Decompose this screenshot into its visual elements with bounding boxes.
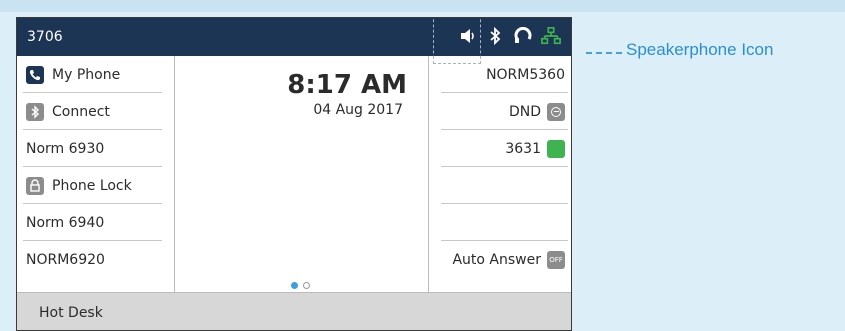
softkey-label: NORM6920 (26, 251, 105, 268)
extension-label: 3706 (27, 29, 63, 45)
phone-screen: 3706 My Phone Connect Norm 6930 Phone Lo… (16, 17, 572, 331)
network-icon (541, 25, 561, 47)
header-icons (457, 25, 561, 47)
softkey-label: 3631 (505, 140, 541, 157)
line-status-icon (547, 139, 565, 158)
softkey-label: Norm 6930 (26, 140, 105, 157)
softkey-auto-answer[interactable]: Auto Answer OFF (429, 241, 571, 278)
bottom-softkey-bar: Hot Desk (17, 292, 571, 330)
softkey-label: NORM5360 (486, 66, 565, 83)
softkey-dnd[interactable]: DND (429, 93, 571, 130)
softkey-phone-lock[interactable]: Phone Lock (17, 167, 174, 204)
softkey-norm-6930[interactable]: Norm 6930 (17, 130, 174, 167)
softkey-empty-1[interactable] (429, 167, 571, 204)
softkey-label: DND (508, 103, 541, 120)
background-strip (0, 0, 845, 12)
phone-icon (26, 65, 44, 84)
clock-date: 04 Aug 2017 (313, 102, 403, 118)
page-dot-inactive[interactable] (303, 282, 310, 289)
softkey-norm5360[interactable]: NORM5360 (429, 56, 571, 93)
page-dot-active[interactable] (291, 282, 298, 289)
speakerphone-icon[interactable] (457, 25, 477, 47)
right-softkeys: NORM5360 DND 3631 Auto Answer OFF (428, 56, 571, 292)
left-softkeys: My Phone Connect Norm 6930 Phone Lock No… (17, 56, 175, 292)
softkey-label: Norm 6940 (26, 214, 105, 231)
idle-screen-center: 8:17 AM 04 Aug 2017 (175, 56, 427, 292)
softkey-label: My Phone (52, 66, 121, 83)
callout-label: Speakerphone Icon (626, 40, 774, 59)
page-indicator (291, 282, 310, 289)
softkey-my-phone[interactable]: My Phone (17, 56, 174, 93)
softkey-connect[interactable]: Connect (17, 93, 174, 130)
bluetooth-icon (26, 102, 44, 121)
hot-desk-button[interactable]: Hot Desk (39, 305, 103, 321)
clock-time: 8:17 AM (287, 70, 407, 100)
softkey-label: Connect (52, 103, 110, 120)
headset-icon (513, 25, 533, 47)
callout-leader-line (586, 52, 622, 54)
softkey-norm-6940[interactable]: Norm 6940 (17, 204, 174, 241)
softkey-3631[interactable]: 3631 (429, 130, 571, 167)
lock-icon (26, 176, 44, 195)
toggle-off-icon: OFF (547, 250, 565, 269)
dnd-status-icon (547, 102, 565, 121)
softkey-empty-2[interactable] (429, 204, 571, 241)
softkey-label: Auto Answer (452, 251, 541, 268)
softkey-norm6920[interactable]: NORM6920 (17, 241, 174, 278)
softkey-label: Phone Lock (52, 177, 132, 194)
status-header: 3706 (17, 18, 571, 56)
bluetooth-icon (485, 25, 505, 47)
